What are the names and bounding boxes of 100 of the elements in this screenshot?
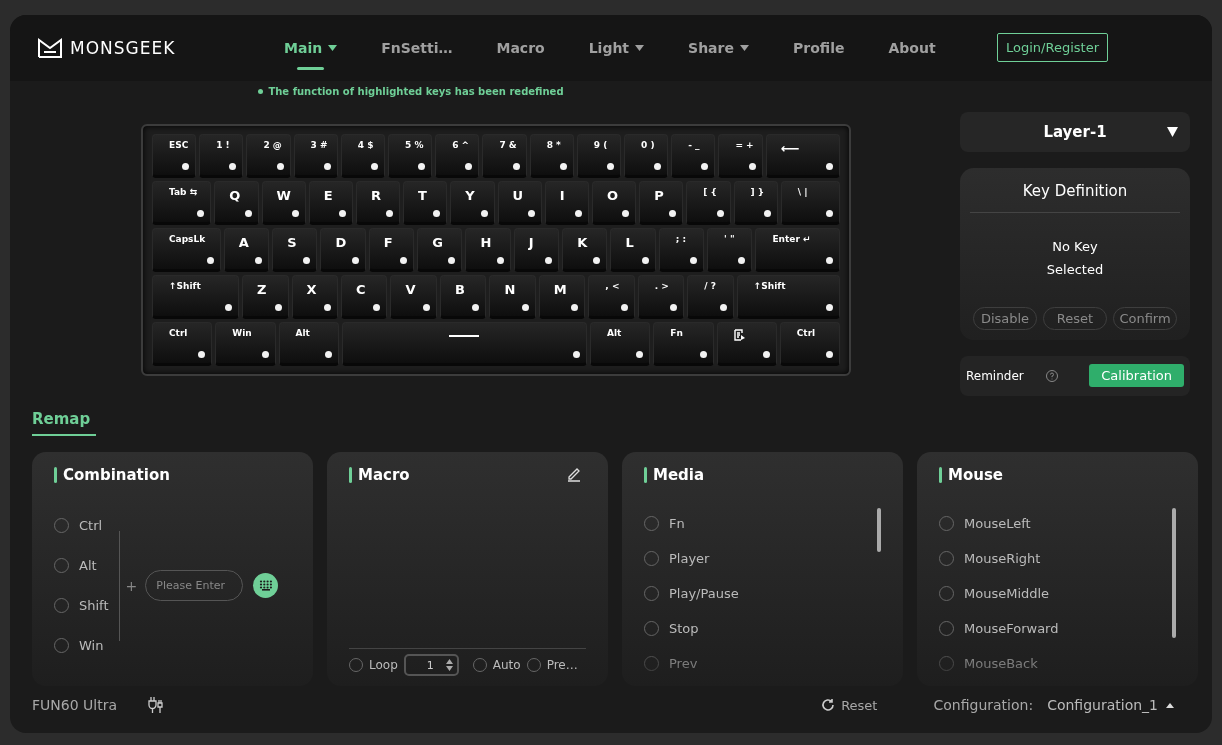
keyboard-key[interactable]: C bbox=[341, 274, 388, 319]
caret-icon bbox=[1166, 702, 1174, 708]
option-label: Win bbox=[79, 638, 104, 654]
keyboard-key[interactable]: 5 % bbox=[388, 133, 433, 178]
key-dot bbox=[593, 256, 601, 264]
keyboard-key[interactable]: Alt bbox=[278, 321, 339, 366]
keyboard-key[interactable]: Tab ⇆ bbox=[152, 180, 212, 225]
keyboard-key[interactable]: E bbox=[308, 180, 353, 225]
layer-select[interactable]: Layer-1 bbox=[960, 111, 1190, 152]
scrollbar[interactable] bbox=[877, 507, 881, 552]
space-key[interactable] bbox=[341, 321, 587, 366]
key-dot bbox=[719, 303, 727, 311]
keyboard-key[interactable]: ↑Shift bbox=[736, 274, 840, 319]
option-label: Loop bbox=[369, 658, 398, 673]
keyboard-key[interactable]: P bbox=[639, 180, 684, 225]
login-button[interactable]: Login/Register bbox=[997, 33, 1108, 63]
panel-title: Mouse bbox=[948, 465, 1003, 484]
nav-tab[interactable]: FnSetti… bbox=[381, 31, 453, 64]
keyboard-key[interactable]: R bbox=[355, 180, 401, 225]
scrollbar[interactable] bbox=[1172, 507, 1176, 638]
keyboard-key[interactable]: / ? bbox=[687, 274, 734, 319]
key-dot bbox=[338, 209, 346, 217]
keyboard-key[interactable]: . > bbox=[637, 274, 685, 319]
keyboard-key[interactable]: ⟵ bbox=[765, 133, 841, 178]
keyboard-key[interactable]: V bbox=[390, 274, 437, 319]
keyboard-key[interactable]: 8 * bbox=[529, 133, 574, 178]
keyboard-key[interactable]: 1 ! bbox=[199, 133, 244, 178]
keyboard-key[interactable]: W bbox=[261, 180, 306, 225]
keyboard-key[interactable]: L bbox=[610, 227, 656, 272]
keyboard-key[interactable]: I bbox=[544, 180, 589, 225]
key-input-field[interactable]: Please Enter bbox=[145, 570, 244, 602]
key-dot bbox=[636, 350, 644, 358]
key-dot bbox=[825, 256, 833, 264]
section-tab[interactable]: Remap bbox=[32, 405, 96, 436]
keyboard-key[interactable]: G bbox=[417, 227, 463, 272]
option-label: Auto bbox=[492, 658, 521, 673]
keyboard-key[interactable]: Alt bbox=[590, 321, 651, 366]
keyboard-key[interactable]: 0 ) bbox=[624, 133, 669, 178]
keyboard-key[interactable]: - _ bbox=[671, 133, 716, 178]
keyboard-key[interactable]: O bbox=[591, 180, 637, 225]
keyboard-key[interactable]: 7 & bbox=[482, 133, 527, 178]
keyboard-key[interactable]: Enter ↵ bbox=[755, 227, 840, 272]
key-dot bbox=[225, 303, 233, 311]
keyboard-key[interactable]: , < bbox=[588, 274, 635, 319]
reset-button[interactable]: Reset bbox=[815, 696, 884, 714]
keyboard-key[interactable]: = + bbox=[718, 133, 763, 178]
keyboard-key[interactable]: ↑Shift bbox=[152, 274, 240, 319]
keyboard-key[interactable]: U bbox=[497, 180, 542, 225]
keyboard-key[interactable]: CapsLk bbox=[152, 227, 221, 272]
keyboard-key[interactable]: 3 # bbox=[293, 133, 338, 178]
keyboard-key[interactable]: Fn bbox=[653, 321, 714, 366]
keyboard-key[interactable]: Z bbox=[242, 274, 289, 319]
keyboard-key[interactable]: ] } bbox=[733, 180, 778, 225]
keyboard-key[interactable]: A bbox=[223, 227, 270, 272]
key-dot bbox=[422, 303, 430, 311]
keyboard-key[interactable]: Y bbox=[450, 180, 495, 225]
keyboard-key[interactable]: Q bbox=[214, 180, 259, 225]
keyboard-key[interactable]: T bbox=[403, 180, 448, 225]
key-dot bbox=[512, 162, 520, 170]
keyboard-button[interactable] bbox=[253, 573, 279, 599]
device-name: FUN60 Ultra bbox=[32, 697, 117, 714]
keyboard-key[interactable]: 9 ( bbox=[576, 133, 622, 178]
nav-tab[interactable]: About bbox=[888, 31, 936, 64]
nav-tab[interactable]: Light bbox=[588, 31, 645, 64]
keyboard-key[interactable]: Win bbox=[215, 321, 276, 366]
keyboard-key[interactable]: ' " bbox=[707, 227, 753, 272]
keyboard-key[interactable]: B bbox=[439, 274, 487, 319]
keyboard-key[interactable]: S bbox=[272, 227, 318, 272]
keyboard-key[interactable]: M bbox=[538, 274, 586, 319]
keyboard-key[interactable]: F bbox=[368, 227, 415, 272]
nav-tab[interactable]: Share bbox=[688, 31, 749, 64]
option-label: MouseBack bbox=[964, 655, 1038, 671]
cable-icon[interactable] bbox=[145, 696, 165, 715]
keyboard-key[interactable]: ESC bbox=[152, 133, 197, 178]
key-dot bbox=[472, 303, 480, 311]
help-icon[interactable] bbox=[1045, 369, 1058, 382]
keyboard-key[interactable]: J bbox=[513, 227, 560, 272]
key-dot bbox=[620, 303, 628, 311]
keyboard-key[interactable]: Ctrl bbox=[779, 321, 840, 366]
keyboard-key[interactable]: N bbox=[489, 274, 536, 319]
panel-title: Media bbox=[653, 465, 705, 484]
keyboard-key[interactable]: 4 $ bbox=[340, 133, 385, 178]
keyboard-key[interactable]: Ctrl bbox=[152, 321, 213, 366]
keyboard-key[interactable]: 6 ^ bbox=[435, 133, 480, 178]
nav-tab[interactable]: Macro bbox=[496, 31, 545, 64]
key-dot bbox=[351, 256, 359, 264]
key-dot bbox=[762, 350, 770, 358]
keyboard-key[interactable]: \ | bbox=[780, 180, 841, 225]
keyboard-key[interactable]: [ { bbox=[686, 180, 731, 225]
keyboard-key[interactable]: K bbox=[562, 227, 608, 272]
menu-key[interactable] bbox=[716, 321, 777, 366]
keyboard-key[interactable]: ; : bbox=[658, 227, 705, 272]
keyboard-key[interactable]: H bbox=[465, 227, 511, 272]
keyboard-key[interactable]: D bbox=[320, 227, 366, 272]
key-dot bbox=[303, 256, 311, 264]
keyboard-key[interactable]: X bbox=[291, 274, 338, 319]
configuration-select[interactable]: Configuration_1 bbox=[1041, 696, 1180, 715]
nav-tab[interactable]: Profile bbox=[792, 31, 845, 64]
number-stepper[interactable]: 1 bbox=[403, 654, 459, 677]
keyboard-key[interactable]: 2 @ bbox=[246, 133, 291, 178]
